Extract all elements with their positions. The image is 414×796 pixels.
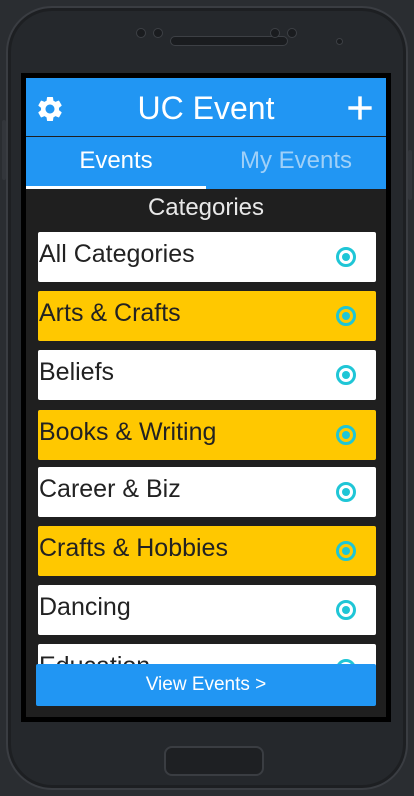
radio-selected-icon[interactable] xyxy=(336,600,356,620)
category-label: Books & Writing xyxy=(39,418,217,446)
gear-icon[interactable] xyxy=(35,94,65,124)
category-label: Arts & Crafts xyxy=(39,299,181,327)
category-label: All Categories xyxy=(39,240,195,268)
radio-selected-icon[interactable] xyxy=(336,425,356,445)
plus-icon[interactable] xyxy=(346,94,374,122)
category-item-crafts-hobbies[interactable]: Crafts & Hobbies xyxy=(38,526,376,576)
category-item-career-biz[interactable]: Career & Biz xyxy=(38,467,376,517)
section-title: Categories xyxy=(147,194,265,221)
view-events-button[interactable]: View Events > xyxy=(36,664,376,706)
volume-button[interactable] xyxy=(2,120,6,180)
category-item-beliefs[interactable]: Beliefs xyxy=(38,350,376,400)
tab-bar: Events My Events xyxy=(26,137,386,189)
radio-selected-icon[interactable] xyxy=(336,365,356,385)
sensor-dot xyxy=(287,28,297,38)
tab-events[interactable]: Events xyxy=(26,137,206,189)
app-bar: UC Event xyxy=(26,78,386,136)
radio-selected-icon[interactable] xyxy=(336,247,356,267)
category-item-all[interactable]: All Categories xyxy=(38,232,376,282)
category-label: Dancing xyxy=(39,593,131,621)
category-label: Crafts & Hobbies xyxy=(39,534,228,562)
earpiece-speaker xyxy=(170,36,288,46)
sensor-dot xyxy=(270,28,280,38)
category-label: Career & Biz xyxy=(39,475,181,503)
radio-selected-icon[interactable] xyxy=(336,482,356,502)
category-item-arts-crafts[interactable]: Arts & Crafts xyxy=(38,291,376,341)
sensor-dot xyxy=(153,28,163,38)
category-item-books-writing[interactable]: Books & Writing xyxy=(38,410,376,460)
power-button[interactable] xyxy=(408,150,412,200)
home-button[interactable] xyxy=(164,746,264,776)
radio-selected-icon[interactable] xyxy=(336,541,356,561)
front-camera xyxy=(336,38,343,45)
category-item-dancing[interactable]: Dancing xyxy=(38,585,376,635)
app-title: UC Event xyxy=(137,90,275,126)
sensor-dot xyxy=(136,28,146,38)
phone-screen: UC Event Events My Events Categories All… xyxy=(21,73,391,722)
category-label: Beliefs xyxy=(39,358,115,386)
tab-my-events[interactable]: My Events xyxy=(206,137,386,189)
radio-selected-icon[interactable] xyxy=(336,306,356,326)
